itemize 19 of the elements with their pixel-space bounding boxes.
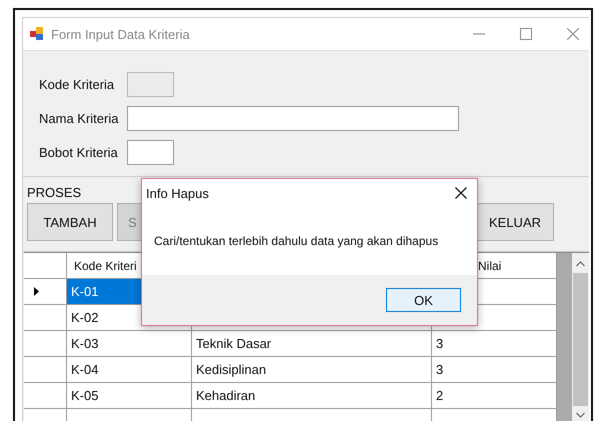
table-cell: Kehadiran <box>192 383 432 409</box>
table-cell: 2 <box>432 383 557 409</box>
ok-button[interactable]: OK <box>386 288 461 312</box>
dialog-title: Info Hapus <box>146 186 209 200</box>
group-title: PROSES <box>27 185 82 200</box>
window-title: Form Input Data Kriteria <box>51 26 190 42</box>
table-cell: 3 <box>432 357 557 383</box>
table-cell: Kedisiplinan <box>192 357 432 383</box>
table-cell: K-03 <box>67 331 192 357</box>
field-label: Kode Kriteria <box>39 76 116 92</box>
action-button[interactable]: KELUAR <box>476 203 554 241</box>
action-button[interactable]: TAMBAH <box>27 203 113 241</box>
table-cell: K-05 <box>67 383 192 409</box>
dialog-message: Cari/tentukan terlebih dahulu data yang akan dihapus <box>154 234 438 248</box>
field-label: Bobot Kriteria <box>39 144 119 160</box>
table-cell: 3 <box>432 331 557 357</box>
field-label: Nama Kriteria <box>39 110 120 126</box>
table-cell: Teknik Dasar <box>192 331 432 357</box>
table-cell: K-04 <box>67 357 192 383</box>
